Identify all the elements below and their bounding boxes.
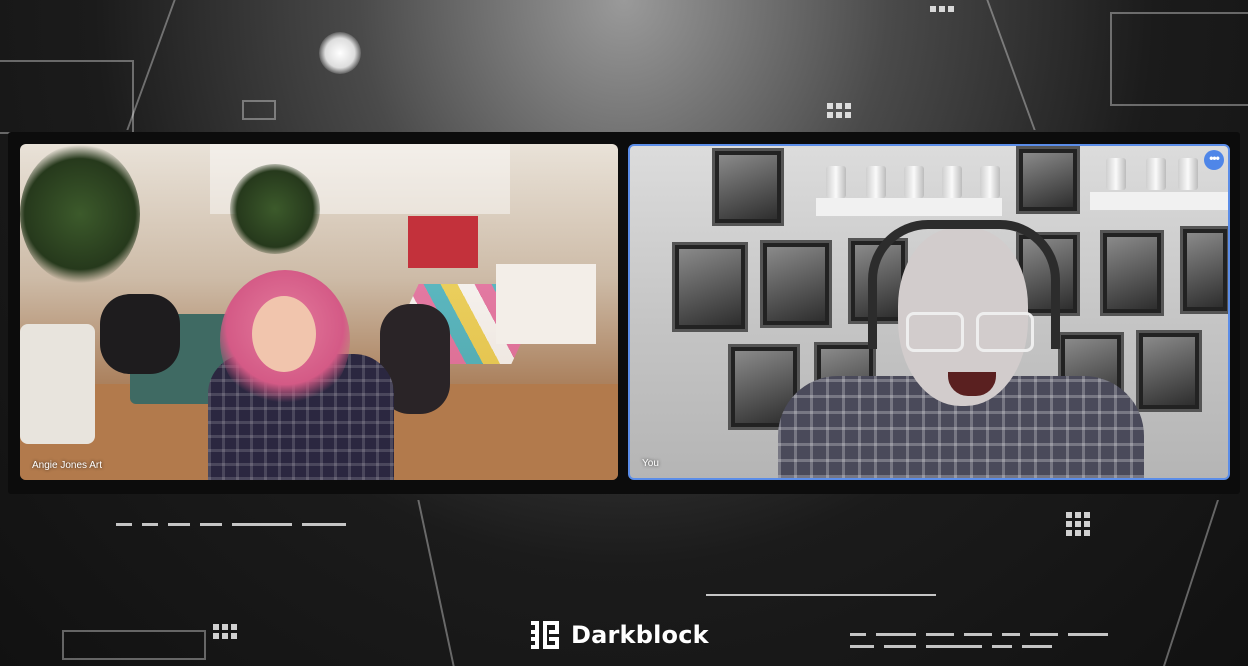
glasses-lens (906, 312, 964, 352)
pixel-grid-decoration (930, 6, 954, 12)
dash-line-decoration (850, 645, 1052, 648)
comic-poster (672, 242, 748, 332)
participant-tile-remote[interactable]: Angie Jones Art (20, 144, 618, 480)
darkblock-logo-icon (529, 619, 561, 651)
can (904, 166, 924, 198)
light-glow-decoration (319, 32, 361, 74)
shelf (1090, 192, 1228, 210)
pixel-grid-decoration (213, 624, 237, 639)
video-call-panel: Angie Jones Art ••• You (8, 132, 1240, 494)
comic-poster (760, 240, 832, 328)
participant-tile-self[interactable]: ••• You (628, 144, 1230, 480)
participant-face (252, 296, 316, 372)
can (1146, 158, 1166, 190)
participant-name-label: Angie Jones Art (32, 460, 103, 471)
can (1178, 158, 1198, 190)
brand-name: Darkblock (571, 621, 709, 649)
can (1106, 158, 1126, 190)
background-frame-decoration (0, 60, 134, 134)
background-frame-decoration (62, 630, 206, 660)
shelf (816, 198, 1002, 216)
comic-poster (712, 148, 784, 226)
background-frame-decoration (242, 100, 276, 120)
can (866, 166, 886, 198)
pixel-grid-decoration (827, 103, 851, 118)
red-cabinet (408, 216, 478, 268)
participant-name-label: You (642, 458, 659, 469)
brand-lockup: Darkblock (529, 619, 709, 651)
can (980, 166, 1000, 198)
desk (496, 264, 596, 344)
pixel-grid-decoration (1066, 512, 1090, 536)
comic-poster (1180, 226, 1228, 314)
comic-poster (1136, 330, 1202, 412)
comic-poster (1016, 146, 1080, 214)
glasses-lens (976, 312, 1034, 352)
plant (20, 144, 140, 284)
comic-poster (1100, 230, 1164, 316)
background-line-decoration (1163, 500, 1219, 666)
background-line-decoration (986, 0, 1036, 130)
more-horizontal-icon: ••• (1209, 151, 1220, 165)
fur-blanket (100, 294, 180, 374)
white-armchair (20, 324, 95, 444)
background-line-decoration (417, 500, 455, 666)
can (942, 166, 962, 198)
background-frame-decoration (1110, 12, 1248, 106)
more-options-button[interactable]: ••• (1204, 150, 1224, 170)
dash-line-decoration (116, 523, 346, 526)
plant (230, 164, 320, 254)
can (826, 166, 846, 198)
dash-line-decoration (706, 594, 936, 596)
video-call-stage: Angie Jones Art ••• You Darkblock (0, 0, 1248, 666)
dash-line-decoration (850, 633, 1108, 636)
